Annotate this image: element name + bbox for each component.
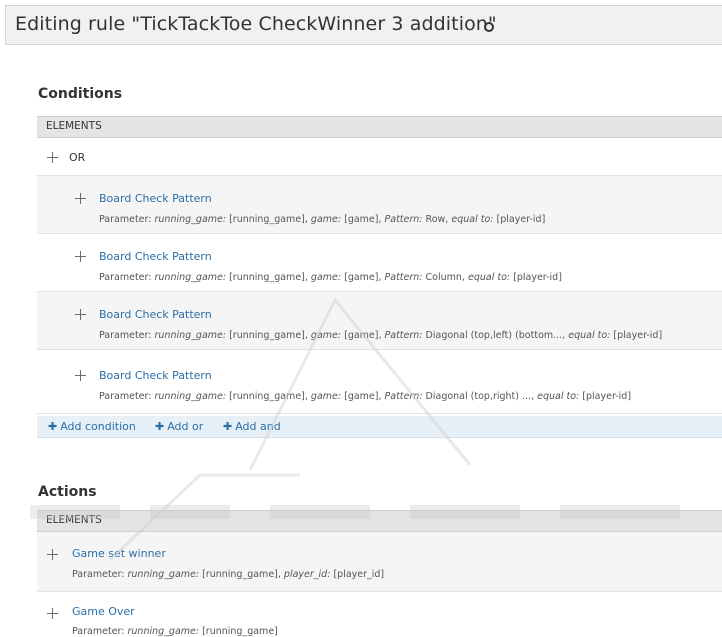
condition-link[interactable]: Board Check Pattern [99, 308, 212, 321]
action-parameters: Parameter: running_game: [running_game],… [72, 569, 385, 580]
condition-parameters: Parameter: running_game: [running_game],… [99, 272, 562, 283]
or-group-row: OR [37, 138, 722, 176]
add-or-link[interactable]: ✚ Add or [155, 420, 203, 433]
action-link[interactable]: Game set winner [72, 547, 166, 560]
drag-handle-icon[interactable] [75, 370, 86, 381]
actions-table-header: ELEMENTS [37, 510, 722, 532]
drag-handle-icon[interactable] [47, 549, 58, 560]
action-row: Game Over Parameter: running_game: [runn… [37, 592, 722, 637]
condition-link[interactable]: Board Check Pattern [99, 369, 212, 382]
conditions-heading: Conditions [38, 86, 123, 102]
condition-row: Board Check Pattern Parameter: running_g… [37, 176, 722, 234]
condition-link[interactable]: Board Check Pattern [99, 192, 212, 205]
condition-row: Board Check Pattern Parameter: running_g… [37, 292, 722, 350]
drag-handle-icon[interactable] [75, 193, 86, 204]
add-condition-bar: ✚ Add condition ✚ Add or ✚ Add and [37, 416, 722, 438]
condition-row: Board Check Pattern Parameter: running_g… [37, 234, 722, 292]
add-and-link[interactable]: ✚ Add and [223, 420, 281, 433]
action-link[interactable]: Game Over [72, 605, 135, 618]
actions-heading: Actions [38, 484, 97, 500]
add-condition-link[interactable]: ✚ Add condition [48, 420, 136, 433]
action-parameters: Parameter: running_game: [running_game] [72, 626, 278, 637]
rule-editor-page: Editing rule "TickTackToe CheckWinner 3 … [0, 0, 722, 637]
drag-handle-icon[interactable] [75, 309, 86, 320]
action-row: Game set winner Parameter: running_game:… [37, 532, 722, 592]
conditions-table-header: ELEMENTS [37, 116, 722, 138]
plus-icon: ✚ [155, 420, 165, 433]
drag-handle-icon[interactable] [47, 152, 58, 163]
condition-parameters: Parameter: running_game: [running_game],… [99, 214, 546, 225]
condition-parameters: Parameter: running_game: [running_game],… [99, 330, 663, 341]
title-bar: Editing rule "TickTackToe CheckWinner 3 … [5, 5, 722, 45]
page-title: Editing rule "TickTackToe CheckWinner 3 … [15, 13, 497, 35]
drag-handle-icon[interactable] [75, 251, 86, 262]
or-label: OR [69, 151, 86, 164]
gear-icon[interactable] [484, 22, 494, 32]
plus-icon: ✚ [48, 420, 58, 433]
plus-icon: ✚ [223, 420, 233, 433]
condition-row: Board Check Pattern Parameter: running_g… [37, 350, 722, 414]
column-header-elements: ELEMENTS [46, 120, 102, 132]
condition-parameters: Parameter: running_game: [running_game],… [99, 391, 632, 402]
condition-link[interactable]: Board Check Pattern [99, 250, 212, 263]
drag-handle-icon[interactable] [47, 608, 58, 619]
column-header-elements: ELEMENTS [46, 514, 102, 526]
